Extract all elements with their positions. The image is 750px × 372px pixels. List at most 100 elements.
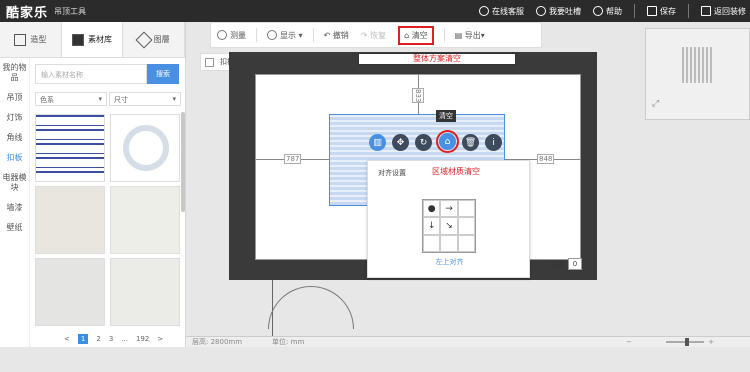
category-corner-line[interactable]: 角线 <box>0 128 29 148</box>
page-1[interactable]: 1 <box>77 334 89 344</box>
drop-value-input[interactable]: 0 <box>568 258 582 270</box>
material-tile[interactable] <box>35 114 105 182</box>
category-ceiling[interactable]: 吊顶 <box>0 88 29 108</box>
chat-icon <box>536 6 546 16</box>
undo-icon: ↶ <box>323 30 333 40</box>
dimension-top: 833 <box>412 88 424 104</box>
align-top-left[interactable]: ● <box>423 200 441 218</box>
material-tile[interactable] <box>110 258 180 326</box>
page-192[interactable]: 192 <box>136 335 149 343</box>
align-title: 对齐设置 <box>378 169 406 177</box>
feedback-button[interactable]: 我要吐槽 <box>536 6 581 17</box>
category-wallpaper[interactable]: 壁纸 <box>0 218 29 238</box>
align-settings-popup: 对齐设置 ● → ↓ ↘ 左上对齐 <box>367 160 530 278</box>
tooltip: 清空 <box>436 110 456 122</box>
arrow-down-icon[interactable]: ↓ <box>423 217 441 235</box>
filters: 色系 ▾ 尺寸 ▾ <box>35 92 183 106</box>
tag-icon <box>135 31 153 48</box>
align-cell[interactable] <box>457 217 475 235</box>
clear-all-button[interactable]: ⌂ 清空 <box>398 25 434 45</box>
shape-icon <box>14 33 27 46</box>
arrow-diagonal-icon[interactable]: ↘ <box>440 217 458 235</box>
pagination: < 1 2 3 ... 192 > <box>60 334 167 344</box>
broom-icon: ⌂ <box>404 30 412 40</box>
info-icon[interactable]: i <box>485 134 502 151</box>
page-3[interactable]: 3 <box>109 335 113 343</box>
material-panel: 造型 素材库 图層 我的物品 吊顶 灯饰 角线 扣板 电器模块 墙漆 壁纸 输入… <box>0 22 186 347</box>
divider <box>634 4 635 18</box>
redo-button[interactable]: ↷ 恢复 <box>361 30 386 41</box>
category-appliance-module[interactable]: 电器模块 <box>0 168 29 198</box>
chevron-down-icon: ▾ <box>296 30 303 40</box>
clear-region-button[interactable]: ⌂ <box>436 130 459 153</box>
region-clear-annotation: 区域材质清空 <box>432 167 480 176</box>
zoom-knob[interactable] <box>685 338 689 346</box>
zoom-slider[interactable]: − + <box>626 338 744 346</box>
color-filter[interactable]: 色系 ▾ <box>35 92 107 106</box>
expand-icon[interactable]: ⤢ <box>652 99 659 109</box>
align-caption: 左上对齐 <box>435 258 464 266</box>
preview-ceiling <box>682 47 712 83</box>
top-actions: 在线客服 我要吐槽 帮助 保存 返回装修 <box>467 0 746 22</box>
help-button[interactable]: 帮助 <box>593 6 622 17</box>
tab-material-library[interactable]: 素材库 <box>61 22 124 57</box>
size-filter[interactable]: 尺寸 ▾ <box>109 92 181 106</box>
canvas-toolbar: 测量 显示 ▾ ↶ 撤销 ↷ 恢复 ⌂ 清空 ▤ 导出 ▾ <box>210 22 542 48</box>
3d-preview[interactable]: ⤢ <box>645 28 750 120</box>
unit-label: 单位: mm <box>272 338 305 346</box>
material-tile[interactable] <box>35 258 105 326</box>
online-support-button[interactable]: 在线客服 <box>479 6 524 17</box>
zoom-in-icon[interactable]: + <box>708 338 714 346</box>
page-2[interactable]: 2 <box>96 335 100 343</box>
move-icon[interactable]: ✥ <box>392 134 409 151</box>
export-icon: ▤ <box>454 30 465 40</box>
search-input[interactable]: 输入素材名称 <box>35 64 147 84</box>
next-page-button[interactable]: > <box>157 335 163 343</box>
zoom-track[interactable] <box>665 338 705 346</box>
help-icon <box>593 6 603 16</box>
material-tile[interactable] <box>35 186 105 254</box>
align-cell[interactable] <box>457 200 475 218</box>
rotate-icon[interactable]: ↻ <box>415 134 432 151</box>
delete-icon[interactable]: 🗑 <box>462 134 479 151</box>
material-tile[interactable] <box>110 114 180 182</box>
cube-icon <box>72 33 84 46</box>
align-cell[interactable] <box>440 234 458 252</box>
category-wall-paint[interactable]: 墙漆 <box>0 198 29 218</box>
brand-logo: 酷家乐 <box>6 5 49 21</box>
stats-icon[interactable]: ▥ <box>369 134 386 151</box>
material-tile[interactable] <box>110 186 180 254</box>
divider <box>312 28 314 42</box>
ring-icon <box>123 125 169 171</box>
headset-icon <box>479 6 489 16</box>
category-lighting[interactable]: 灯饰 <box>0 108 29 128</box>
save-button[interactable]: 保存 <box>647 6 676 17</box>
app-subtitle: 吊顶工具 <box>54 6 87 16</box>
undo-button[interactable]: ↶ 撤销 <box>324 30 349 41</box>
return-decoration-button[interactable]: 返回装修 <box>701 6 746 17</box>
status-bar: 层高: 2800mm 单位: mm − + <box>186 336 750 347</box>
align-cell[interactable] <box>423 234 441 252</box>
tab-shape[interactable]: 造型 <box>0 22 62 57</box>
tab-layers[interactable]: 图層 <box>123 22 186 57</box>
page-ellipsis: ... <box>121 335 128 343</box>
checkbox[interactable] <box>205 57 214 67</box>
arrow-right-icon[interactable]: → <box>440 200 458 218</box>
export-dropdown[interactable]: ▤ 导出 ▾ <box>455 30 485 41</box>
panel-tabs: 造型 素材库 图層 <box>0 22 186 58</box>
save-icon <box>647 6 657 16</box>
display-dropdown[interactable]: 显示 ▾ <box>267 30 303 41</box>
zoom-out-icon[interactable]: − <box>626 338 632 346</box>
measure-button[interactable]: 测量 <box>217 30 246 41</box>
category-my-items[interactable]: 我的物品 <box>0 58 29 88</box>
exit-icon <box>701 6 711 16</box>
chevron-down-icon: ▾ <box>172 95 176 103</box>
prev-page-button[interactable]: < <box>64 335 70 343</box>
dimension-left: 787 <box>284 154 302 164</box>
scrollbar[interactable] <box>181 112 185 212</box>
search-button[interactable]: 搜索 <box>147 64 179 84</box>
divider <box>256 28 257 42</box>
align-cell[interactable] <box>457 234 475 252</box>
chevron-down-icon: ▾ <box>480 30 485 40</box>
category-panel[interactable]: 扣板 <box>0 148 29 168</box>
